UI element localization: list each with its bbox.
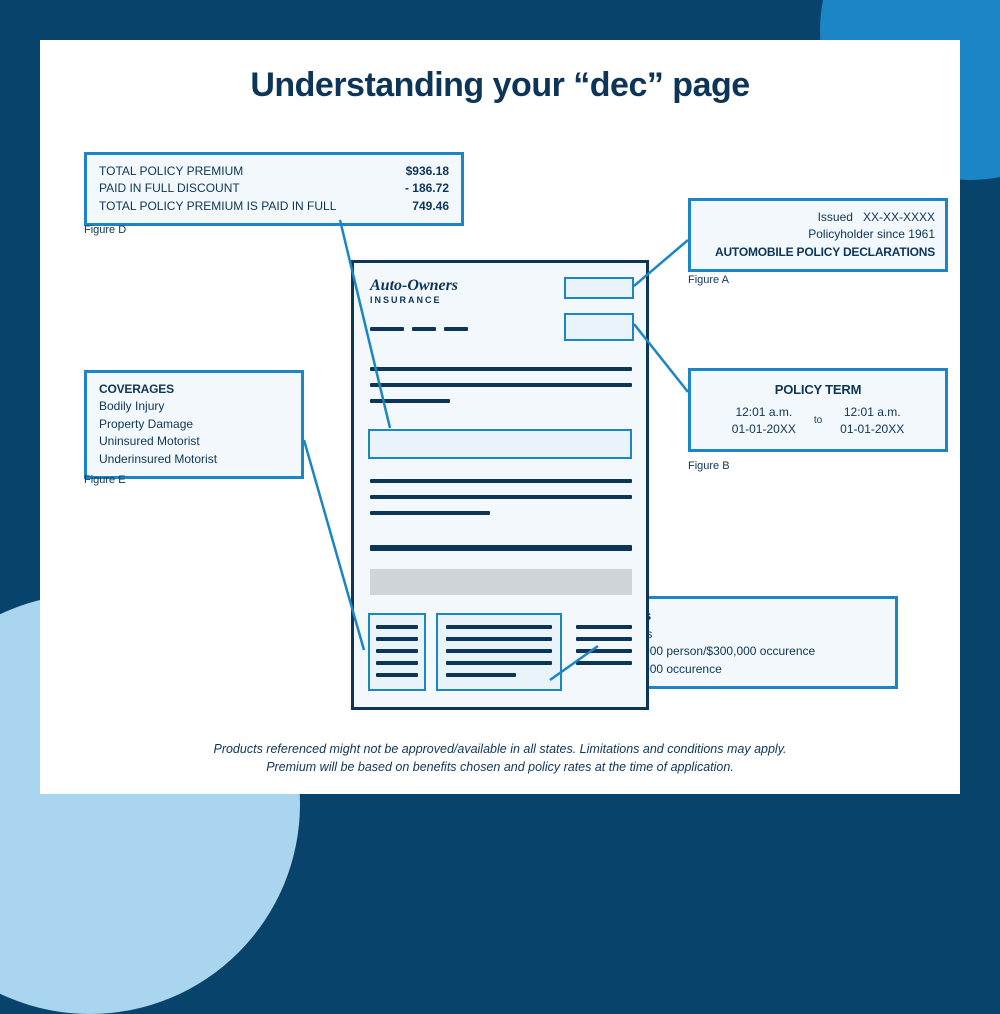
callout-figure-a: Issued XX-XX-XXXX Policyholder since 196… (688, 198, 948, 272)
callout-figure-e: COVERAGES Bodily Injury Property Damage … (84, 370, 304, 479)
caption-figure-a: Figure A (688, 274, 729, 286)
doc-highlight-b (564, 313, 634, 341)
insurer-logo: Auto-Owners INSURANCE (370, 277, 458, 305)
doc-highlight-d (368, 429, 632, 459)
page-title: Understanding your “dec” page (40, 40, 960, 105)
doc-highlight-a (564, 277, 634, 299)
caption-figure-b: Figure B (688, 460, 730, 472)
figure-d-row: PAID IN FULL DISCOUNT- 186.72 (99, 180, 449, 197)
figure-d-row: TOTAL POLICY PREMIUM IS PAID IN FULL749.… (99, 198, 449, 215)
figure-d-row: TOTAL POLICY PREMIUM$936.18 (99, 163, 449, 180)
document-illustration: Auto-Owners INSURANCE (351, 260, 649, 710)
callout-figure-d: TOTAL POLICY PREMIUM$936.18 PAID IN FULL… (84, 152, 464, 226)
callout-figure-b: POLICY TERM 12:01 a.m. 01-01-20XX to 12:… (688, 368, 948, 452)
page-card: Understanding your “dec” page TOTAL POLI… (40, 40, 960, 794)
caption-figure-e: Figure E (84, 474, 126, 486)
page-footnote: Products referenced might not be approve… (40, 740, 960, 776)
caption-figure-d: Figure D (84, 224, 126, 236)
